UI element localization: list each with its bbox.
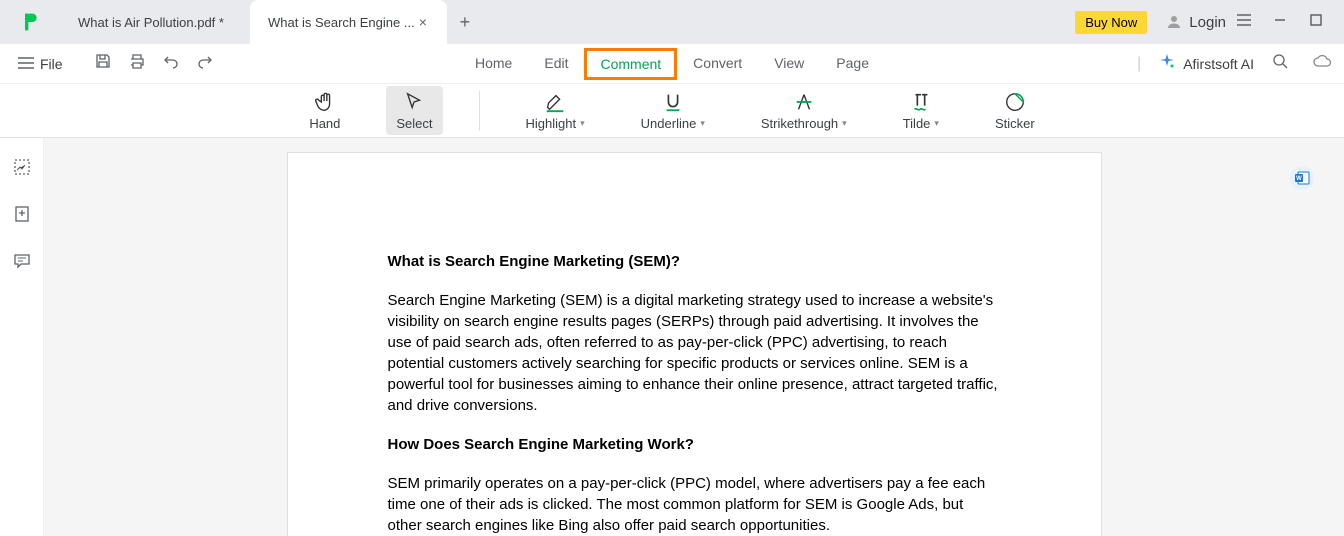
tilde-icon	[909, 90, 933, 114]
tool-strikethrough[interactable]: Strikethrough ▾	[751, 86, 857, 135]
menu-edit[interactable]: Edit	[528, 47, 584, 81]
chevron-down-icon: ▾	[842, 118, 847, 129]
chevron-down-icon: ▾	[934, 118, 939, 129]
word-export-badge[interactable]: W	[1290, 166, 1314, 190]
tool-label: Sticker	[995, 116, 1035, 131]
tool-label: Underline	[641, 116, 697, 131]
left-sidebar	[0, 138, 44, 536]
tab-label: What is Search Engine ...	[268, 15, 415, 30]
menu-convert[interactable]: Convert	[677, 47, 758, 81]
tool-label: Highlight	[526, 116, 577, 131]
redo-icon[interactable]	[197, 53, 213, 74]
tool-hand[interactable]: Hand	[299, 86, 350, 135]
tab-label: What is Air Pollution.pdf *	[78, 15, 224, 30]
menu-icon[interactable]	[1226, 13, 1262, 32]
tab-active[interactable]: What is Search Engine ... ×	[250, 0, 447, 44]
pdf-page: What is Search Engine Marketing (SEM)? S…	[287, 152, 1102, 536]
cloud-icon[interactable]	[1312, 53, 1332, 74]
comment-toolbar: Hand Select Highlight▾ Underline▾ Strike…	[0, 84, 1344, 138]
undo-icon[interactable]	[163, 53, 179, 74]
minimize-icon[interactable]	[1262, 13, 1298, 32]
strikethrough-icon	[792, 90, 816, 114]
maximize-icon[interactable]	[1298, 13, 1334, 32]
file-menu-button[interactable]: File	[14, 52, 67, 76]
close-icon[interactable]: ×	[415, 14, 431, 30]
tool-label: Strikethrough	[761, 116, 838, 131]
svg-text:W: W	[1296, 176, 1302, 182]
highlight-icon	[543, 90, 567, 114]
tool-sticker[interactable]: Sticker	[985, 86, 1045, 135]
buy-now-button[interactable]: Buy Now	[1075, 11, 1147, 34]
tool-label: Hand	[309, 116, 340, 131]
menu-home[interactable]: Home	[459, 47, 528, 81]
tab-inactive[interactable]: What is Air Pollution.pdf *	[60, 0, 250, 44]
doc-heading: How Does Search Engine Marketing Work?	[388, 436, 1001, 453]
hand-icon	[313, 90, 337, 114]
ai-label: Afirstsoft AI	[1183, 56, 1254, 72]
print-icon[interactable]	[129, 53, 145, 74]
chevron-down-icon: ▾	[700, 118, 705, 129]
comment-icon[interactable]	[13, 252, 31, 275]
app-logo-icon	[20, 10, 40, 34]
sparkle-icon	[1159, 54, 1175, 73]
bookmark-icon[interactable]	[13, 205, 31, 228]
title-bar: What is Air Pollution.pdf * What is Sear…	[0, 0, 1344, 44]
cursor-icon	[402, 90, 426, 114]
tool-label: Select	[396, 116, 432, 131]
tool-tilde[interactable]: Tilde▾	[893, 86, 949, 135]
document-viewport[interactable]: What is Search Engine Marketing (SEM)? S…	[44, 138, 1344, 536]
menu-bar: File Home Edit Comment Convert View Page…	[0, 44, 1344, 84]
tool-highlight[interactable]: Highlight▾	[516, 86, 595, 135]
ai-button[interactable]: Afirstsoft AI	[1159, 54, 1254, 73]
login-label: Login	[1189, 14, 1226, 31]
login-button[interactable]: Login	[1165, 13, 1226, 31]
add-tab-button[interactable]: +	[447, 12, 483, 33]
hamburger-icon	[18, 56, 34, 72]
doc-paragraph: Search Engine Marketing (SEM) is a digit…	[388, 290, 1001, 416]
file-label: File	[40, 56, 63, 72]
tool-underline[interactable]: Underline▾	[631, 86, 715, 135]
doc-heading: What is Search Engine Marketing (SEM)?	[388, 253, 1001, 270]
tool-select[interactable]: Select	[386, 86, 442, 135]
chevron-down-icon: ▾	[580, 118, 585, 129]
tool-label: Tilde	[903, 116, 931, 131]
menu-view[interactable]: View	[758, 47, 820, 81]
menu-comment[interactable]: Comment	[584, 48, 677, 80]
user-icon	[1165, 13, 1183, 31]
underline-icon	[661, 90, 685, 114]
save-icon[interactable]	[95, 53, 111, 74]
sticker-icon	[1003, 90, 1027, 114]
search-icon[interactable]	[1272, 53, 1288, 74]
menu-page[interactable]: Page	[820, 47, 885, 81]
doc-paragraph: SEM primarily operates on a pay-per-clic…	[388, 473, 1001, 536]
thumbnail-icon[interactable]	[13, 158, 31, 181]
